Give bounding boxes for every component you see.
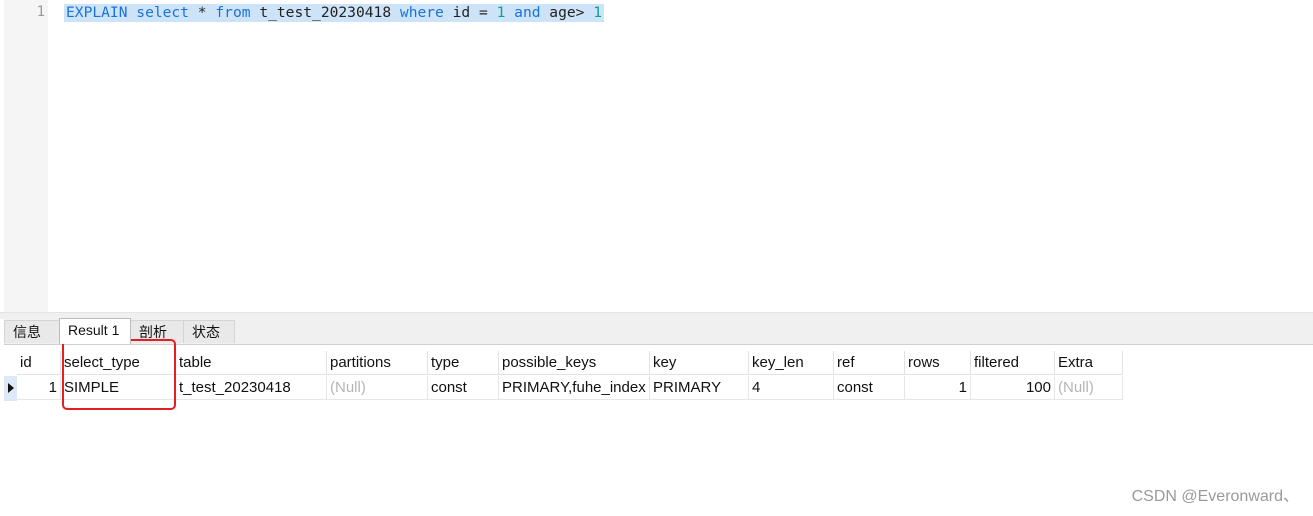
- sql-keyword: EXPLAIN select: [66, 4, 190, 21]
- line-number-gutter: 1: [4, 0, 48, 312]
- sql-text: id =: [443, 4, 497, 21]
- cell-extra[interactable]: (Null): [1055, 376, 1123, 400]
- sql-text: age>: [540, 4, 594, 21]
- column-header-rows[interactable]: rows: [905, 351, 971, 375]
- column-header-table[interactable]: table: [176, 351, 327, 375]
- sql-query-text[interactable]: EXPLAIN select * from t_test_20230418 wh…: [64, 4, 605, 22]
- cell-type[interactable]: const: [428, 376, 499, 400]
- column-header-extra[interactable]: Extra: [1055, 351, 1123, 375]
- column-header-key[interactable]: key: [650, 351, 749, 375]
- cell-table[interactable]: t_test_20230418: [176, 376, 327, 400]
- column-header-key-len[interactable]: key_len: [749, 351, 834, 375]
- sql-text: *: [189, 4, 216, 21]
- line-number: 1: [36, 4, 45, 20]
- column-header-ref[interactable]: ref: [834, 351, 905, 375]
- sql-editor[interactable]: 1 EXPLAIN select * from t_test_20230418 …: [0, 0, 1313, 312]
- column-header-type[interactable]: type: [428, 351, 499, 375]
- tab-info[interactable]: 信息: [4, 320, 60, 343]
- column-header-id[interactable]: id: [17, 351, 61, 375]
- tab-status[interactable]: 状态: [183, 320, 235, 343]
- cell-key-len[interactable]: 4: [749, 376, 834, 400]
- column-header-possible-keys[interactable]: possible_keys: [499, 351, 650, 375]
- row-selector[interactable]: [4, 376, 17, 401]
- sql-keyword: from: [215, 4, 251, 21]
- cell-partitions[interactable]: (Null): [327, 376, 428, 400]
- cell-rows[interactable]: 1: [905, 376, 971, 400]
- cell-possible-keys[interactable]: PRIMARY,fuhe_index: [499, 376, 650, 400]
- watermark: CSDN @Everonward、: [1131, 488, 1299, 505]
- sql-keyword: where: [399, 4, 444, 21]
- cell-key[interactable]: PRIMARY: [650, 376, 749, 400]
- cell-filtered[interactable]: 100: [971, 376, 1055, 400]
- sql-keyword: and: [514, 4, 541, 21]
- current-row-arrow-icon: [8, 383, 14, 393]
- sql-number: 1: [593, 4, 603, 21]
- sql-text: t_test_20230418: [250, 4, 400, 21]
- column-header-filtered[interactable]: filtered: [971, 351, 1055, 375]
- tab-result-1[interactable]: Result 1: [59, 318, 131, 344]
- select-type-highlight-box: [62, 339, 176, 410]
- cell-ref[interactable]: const: [834, 376, 905, 400]
- result-tab-bar: 信息 Result 1 剖析 状态: [4, 318, 1313, 345]
- cell-id[interactable]: 1: [17, 376, 61, 400]
- column-header-partitions[interactable]: partitions: [327, 351, 428, 375]
